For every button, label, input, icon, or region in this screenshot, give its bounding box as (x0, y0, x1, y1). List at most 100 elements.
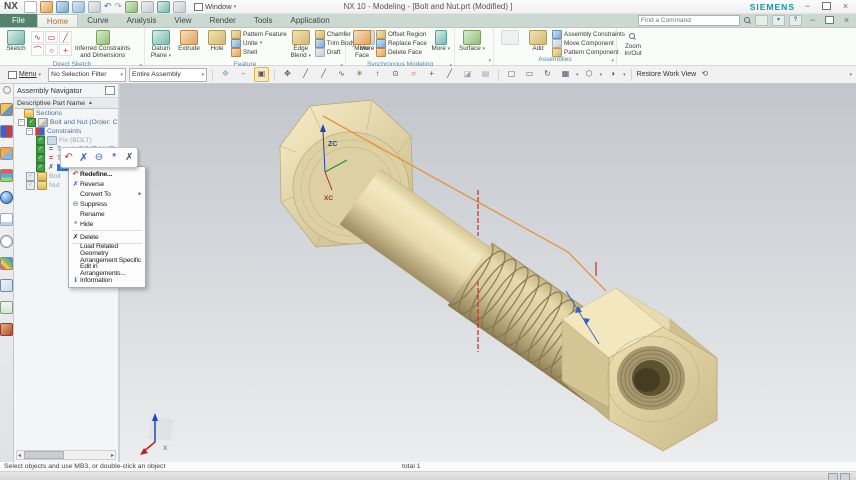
view-dropdown-icon[interactable]: ▾ (576, 72, 579, 78)
snap-point-on-surface-icon[interactable]: ◪ (460, 67, 475, 82)
graphics-viewport[interactable]: ZC XC X (120, 84, 856, 462)
paste-icon[interactable] (157, 0, 170, 13)
window-layout-icon[interactable] (828, 473, 838, 480)
resource-bar-options-icon[interactable] (2, 86, 11, 94)
undo-icon[interactable]: ↶ (104, 1, 112, 12)
constraint-navigator-icon[interactable] (0, 125, 13, 138)
constraint-checkbox[interactable]: ✓ (36, 163, 45, 172)
menu-item-hide[interactable]: * Hide (69, 219, 145, 229)
menu-button[interactable]: Menu ▾ (4, 69, 45, 81)
snap-pole-icon[interactable]: ✳ (352, 67, 367, 82)
style-dropdown-icon[interactable]: ▾ (600, 72, 603, 78)
analysis-dropdown-icon[interactable]: ▾ (623, 72, 626, 78)
menu-item-rename[interactable]: Rename (69, 209, 145, 219)
surface-button[interactable]: Surface ▾ (457, 29, 487, 54)
reuse-library-icon[interactable] (0, 169, 13, 182)
group-label-assemblies[interactable]: Assemblies ▾ (496, 56, 614, 65)
reverse-icon[interactable]: ✗ (77, 151, 90, 165)
unite-dropdown-icon[interactable]: ▾ (260, 40, 263, 46)
window-menu-button[interactable]: Window ▾ (194, 2, 236, 11)
snap-vertical-icon[interactable]: ↑ (370, 67, 385, 82)
minimize-button[interactable]: − (801, 1, 814, 12)
datum-plane-dropdown-icon[interactable]: ▾ (169, 53, 172, 59)
system-visualization-icon[interactable] (0, 323, 13, 336)
assemblies-group-launcher-icon[interactable]: ▾ (611, 57, 614, 65)
profile-curve-icon[interactable]: ∿ (31, 31, 44, 43)
selection-filter-dropdown[interactable]: No Selection Filter ▾ (48, 67, 127, 82)
process-studio-icon[interactable] (0, 257, 13, 270)
tab-file[interactable]: File (0, 14, 37, 27)
edge-blend-button[interactable]: Edge Blend ▾ (287, 29, 315, 61)
menu-item-redefine[interactable]: ↶ Redefine... (69, 169, 145, 179)
expander-icon[interactable]: − (26, 128, 33, 135)
close-button[interactable]: × (839, 1, 852, 12)
expander-icon[interactable]: − (18, 119, 25, 126)
interior-selection-icon[interactable]: ⌁ (236, 67, 251, 82)
snap-midpoint-icon[interactable]: ╱ (298, 67, 313, 82)
find-command-input[interactable] (638, 15, 740, 26)
constraint-checkbox[interactable]: ✓ (36, 154, 45, 163)
sketch-button[interactable]: Sketch (2, 29, 30, 54)
ribbon-options-icon[interactable]: ▾ (772, 15, 785, 26)
part-navigator-icon[interactable] (0, 147, 13, 160)
rectangle-tool-icon[interactable]: ▭ (45, 31, 58, 43)
menu-item-edit-in-arrangements[interactable]: Edit in Arrangements... (69, 263, 145, 277)
tree-row-fix-constraint[interactable]: ✓ Fix (BOLT) (14, 136, 118, 145)
scrollbar-thumb[interactable] (24, 451, 65, 459)
snap-bounded-plane-icon[interactable]: ▤ (478, 67, 493, 82)
edge-blend-dropdown-icon[interactable]: ▾ (308, 53, 311, 59)
history-icon[interactable] (0, 235, 13, 248)
menu-item-delete[interactable]: ✗ Delete (69, 232, 145, 242)
redo-icon[interactable]: ↷ (114, 1, 122, 12)
circle-tool-icon[interactable]: ○ (45, 44, 58, 56)
replace-face-button[interactable]: Replace Face (376, 38, 427, 48)
menu-item-reverse[interactable]: ✗ Reverse (69, 179, 145, 189)
face-analysis-icon[interactable]: ◑ (605, 67, 620, 82)
roles-icon[interactable] (0, 301, 13, 314)
nut[interactable] (561, 287, 718, 452)
pan-view-icon[interactable]: ▭ (522, 67, 537, 82)
resize-grip-icon[interactable] (840, 473, 850, 480)
inferred-constraints-button[interactable]: Inferred Constraints and Dimensions (73, 29, 132, 61)
model-canvas[interactable]: ZC XC X (120, 84, 854, 462)
offset-region-button[interactable]: Offset Region (376, 29, 427, 39)
pattern-component-button[interactable]: Pattern Component (552, 47, 625, 57)
restore-button[interactable] (820, 1, 833, 12)
doc-minimize-button[interactable]: − (806, 15, 819, 26)
restore-work-view-button[interactable]: Restore Work View ⟲ (637, 67, 712, 82)
menu-item-suppress[interactable]: ⊖ Suppress (69, 199, 145, 209)
doc-close-button[interactable]: × (840, 15, 853, 26)
arc-tool-icon[interactable]: ⌒ (31, 44, 44, 56)
new-file-icon[interactable] (23, 0, 37, 13)
tab-application[interactable]: Application (282, 14, 339, 27)
suppress-icon[interactable]: ⊖ (92, 151, 105, 165)
shell-button[interactable]: Shell (231, 47, 287, 57)
move-face-button[interactable]: Move Face (348, 29, 376, 61)
hole-button[interactable]: Hole (203, 29, 231, 54)
snap-existing-point-icon[interactable]: + (424, 67, 439, 82)
tab-view[interactable]: View (165, 14, 200, 27)
save-all-icon[interactable] (87, 0, 101, 13)
point-tool-icon[interactable]: + (59, 44, 72, 56)
tab-tools[interactable]: Tools (245, 14, 282, 27)
close-toolbar-icon[interactable]: ✗ (123, 151, 136, 165)
redefine-icon[interactable]: ↶ (62, 151, 75, 165)
menu-item-load-related-geometry[interactable]: Load Related Geometry (69, 243, 145, 257)
tab-analysis[interactable]: Analysis (118, 14, 166, 27)
assembly-constraints-button[interactable]: Assembly Constraints (552, 29, 625, 39)
snap-point-on-curve-icon[interactable]: ╱ (442, 67, 457, 82)
navigator-horizontal-scrollbar[interactable]: ◂ ▸ (16, 450, 116, 460)
cut-icon[interactable] (125, 0, 138, 13)
move-component-button[interactable]: Move Component (552, 38, 625, 48)
constraint-checkbox[interactable]: ✓ (36, 145, 45, 154)
rotate-view-icon[interactable]: ↻ (540, 67, 555, 82)
show-hide-icon[interactable]: ▢ (504, 67, 519, 82)
surface-dropdown-icon[interactable]: ▾ (482, 46, 485, 52)
pattern-feature-button[interactable]: Pattern Feature (231, 29, 287, 39)
component-checkbox[interactable]: ✓ (26, 181, 35, 190)
search-icon[interactable] (744, 17, 751, 24)
web-browser-icon[interactable] (0, 213, 13, 226)
surface-group-launcher-icon[interactable]: ▾ (488, 57, 491, 65)
tree-row-sections[interactable]: Sections (14, 109, 118, 118)
help-icon[interactable]: ? (789, 15, 802, 26)
